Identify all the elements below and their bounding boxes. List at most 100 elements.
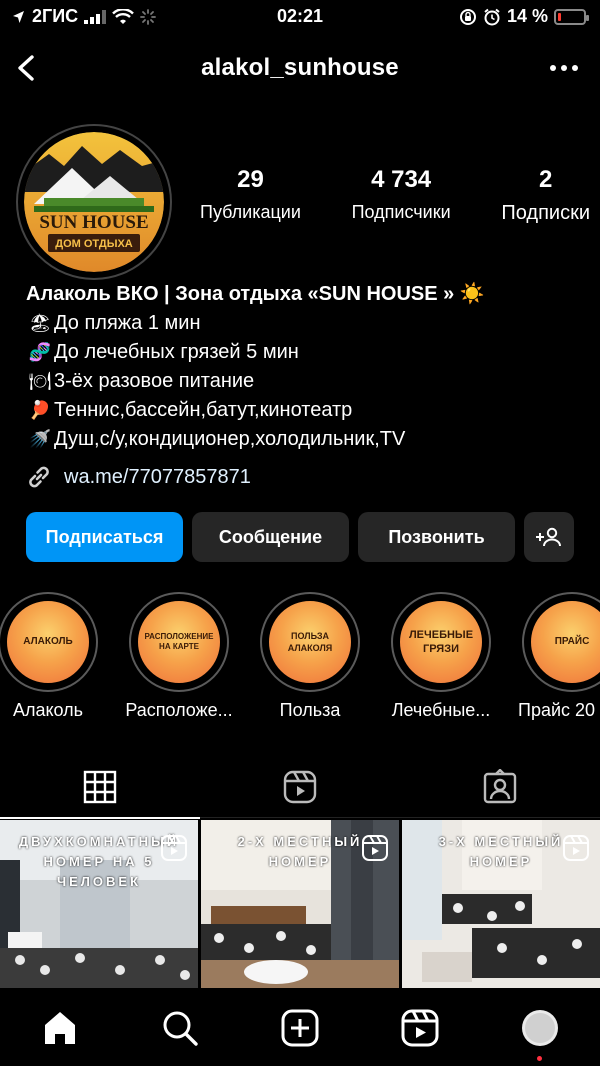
stat-posts[interactable]: 29 Публикации	[200, 166, 301, 225]
posts-grid: ДВУХКОМНАТНЫЙ НОМЕР НА 5 ЧЕЛОВЕК 2-Х МЕС…	[0, 820, 600, 988]
nav-reels[interactable]	[400, 1008, 440, 1048]
bio-line: 🏖 До пляжа 1 мин	[26, 309, 586, 338]
profile-tabs	[0, 756, 600, 819]
bio-line-text: 3-ёх разовое питание	[54, 370, 255, 392]
nav-home[interactable]	[40, 1008, 80, 1048]
stat-following[interactable]: 2 Подписки	[501, 166, 590, 225]
reel-badge-icon	[161, 835, 187, 861]
profile-username: alakol_sunhouse	[201, 54, 399, 81]
reel-badge-icon	[362, 835, 388, 861]
tagged-person-icon	[483, 769, 517, 804]
tab-grid[interactable]	[0, 756, 200, 819]
alarm-icon	[484, 8, 500, 25]
post-tile[interactable]: ДВУХКОМНАТНЫЙ НОМЕР НА 5 ЧЕЛОВЕК	[0, 820, 198, 988]
avatar-image: SUN HOUSE ДОМ ОТДЫХА	[24, 132, 164, 272]
rotation-lock-icon	[459, 8, 476, 25]
reels-icon	[283, 770, 317, 804]
stat-posts-count: 29	[237, 166, 264, 193]
highlight-label: Алаколь	[12, 700, 84, 720]
tab-tagged[interactable]	[400, 756, 600, 818]
stat-followers-count: 4 734	[371, 166, 432, 193]
highlight-cover: АЛАКОЛЬ	[4, 598, 92, 686]
highlight-price[interactable]: ПРАЙС Прайс 20	[518, 592, 600, 721]
highlight-ring: ЛЕЧЕБНЫЕ ГРЯЗИ	[391, 592, 491, 692]
bio-line: 🍽 3-ёх разовое питание	[26, 367, 586, 396]
bottom-navigation	[0, 988, 600, 1066]
highlight-cover: ПРАЙС	[528, 598, 600, 686]
home-icon	[45, 1012, 75, 1044]
highlight-ring: ПРАЙС	[522, 592, 600, 692]
message-button[interactable]: Сообщение	[192, 512, 349, 562]
bio-line-text: До пляжа 1 мин	[54, 312, 201, 334]
logo-title: SUN HOUSE	[39, 212, 148, 233]
bio-line: 🏓 Теннис,бассейн,батут,кинотеатр	[26, 396, 586, 425]
highlight-alakol[interactable]: АЛАКОЛЬ Алаколь	[0, 592, 102, 721]
highlight-ring: РАСПОЛОЖЕНИЕ НА КАРТЕ	[129, 592, 229, 692]
active-tab-indicator	[0, 817, 200, 819]
nav-search[interactable]	[160, 1008, 200, 1048]
search-icon	[163, 1011, 198, 1046]
stat-followers-label: Подписчики	[351, 202, 451, 222]
post-tile[interactable]: 3-Х МЕСТНЫЙ НОМЕР	[402, 820, 600, 988]
ping-pong-icon: 🏓	[28, 400, 52, 420]
stat-followers[interactable]: 4 734 Подписчики	[352, 166, 451, 225]
profile-stats: 29 Публикации 4 734 Подписчики 2 Подписк…	[200, 166, 590, 225]
link-icon	[29, 466, 49, 488]
logo-subtitle: ДОМ ОТДЫХА	[55, 238, 133, 250]
tab-reels[interactable]	[200, 756, 400, 818]
profile-avatar-icon	[522, 1010, 558, 1046]
post-tile[interactable]: 2-Х МЕСТНЫЙ НОМЕР	[201, 820, 399, 988]
plate-icon: 🍽	[28, 371, 52, 391]
story-highlights: АЛАКОЛЬ Алаколь РАСПОЛОЖЕНИЕ НА КАРТЕ Ра…	[0, 592, 600, 732]
add-post-icon	[281, 1009, 319, 1047]
bio-line-text: До лечебных грязей 5 мин	[54, 341, 299, 363]
highlight-cover: ЛЕЧЕБНЫЕ ГРЯЗИ	[397, 598, 485, 686]
call-button[interactable]: Позвонить	[358, 512, 515, 562]
reels-icon	[401, 1009, 439, 1047]
suggest-people-button[interactable]	[524, 512, 574, 562]
status-bar: 2ГИС 02:21 14 %	[0, 0, 600, 34]
battery-icon	[554, 8, 589, 25]
more-horizontal-icon	[550, 65, 578, 71]
highlight-label: Польза	[279, 700, 341, 720]
nav-profile[interactable]	[520, 1008, 560, 1048]
bio-line-text: Теннис,бассейн,батут,кинотеатр	[54, 399, 353, 421]
battery-percent: 14 %	[506, 6, 548, 26]
nav-create[interactable]	[280, 1008, 320, 1048]
highlight-benefit[interactable]: ПОЛЬЗА АЛАКОЛЯ Польза	[256, 592, 364, 721]
status-right: 14 %	[459, 6, 589, 27]
follow-button[interactable]: Подписаться	[26, 512, 183, 562]
highlight-ring: ПОЛЬЗА АЛАКОЛЯ	[260, 592, 360, 692]
profile-header: SUN HOUSE ДОМ ОТДЫХА 29 Публикации 4 734…	[0, 120, 600, 280]
highlight-ring: АЛАКОЛЬ	[0, 592, 98, 692]
stat-following-count: 2	[538, 166, 553, 193]
bio-line: 🚿 Душ,с/у,кондиционер,холодильник,TV	[26, 425, 586, 454]
profile-actions: Подписаться Сообщение Позвонить	[26, 512, 576, 564]
add-person-icon	[536, 527, 561, 547]
profile-bio: Алаколь ВКО | Зона отдыха «SUN HOUSE » ☀…	[26, 280, 586, 454]
sun-house-logo: SUN HOUSE ДОМ ОТДЫХА	[24, 132, 164, 272]
more-options-button[interactable]	[546, 56, 582, 80]
beach-icon: 🏖	[28, 313, 52, 333]
dna-icon: 🧬	[28, 342, 52, 362]
highlight-label: Расположе...	[125, 700, 233, 720]
bio-link-text: wa.me/77077857871	[64, 465, 251, 488]
stat-following-label: Подписки	[501, 202, 590, 224]
notification-dot	[537, 1056, 542, 1061]
reel-badge-icon	[563, 835, 589, 861]
highlight-label: Прайс 20	[518, 700, 596, 720]
highlight-cover: ПОЛЬЗА АЛАКОЛЯ	[266, 598, 354, 686]
bio-name: Алаколь ВКО | Зона отдыха «SUN HOUSE » ☀…	[26, 283, 485, 305]
bio-line-text: Душ,с/у,кондиционер,холодильник,TV	[54, 428, 406, 450]
highlight-location[interactable]: РАСПОЛОЖЕНИЕ НА КАРТЕ Расположе...	[125, 592, 233, 721]
avatar[interactable]: SUN HOUSE ДОМ ОТДЫХА	[16, 124, 172, 280]
grid-icon	[83, 770, 117, 804]
battery-level	[558, 12, 561, 21]
bio-link[interactable]: wa.me/77077857871	[24, 462, 251, 492]
highlight-label: Лечебные...	[391, 700, 491, 720]
bio-line: 🧬 До лечебных грязей 5 мин	[26, 338, 586, 367]
highlight-mud[interactable]: ЛЕЧЕБНЫЕ ГРЯЗИ Лечебные...	[387, 592, 495, 721]
top-navigation: alakol_sunhouse	[0, 40, 600, 94]
shower-icon: 🚿	[28, 429, 52, 449]
stat-posts-label: Публикации	[200, 202, 301, 222]
